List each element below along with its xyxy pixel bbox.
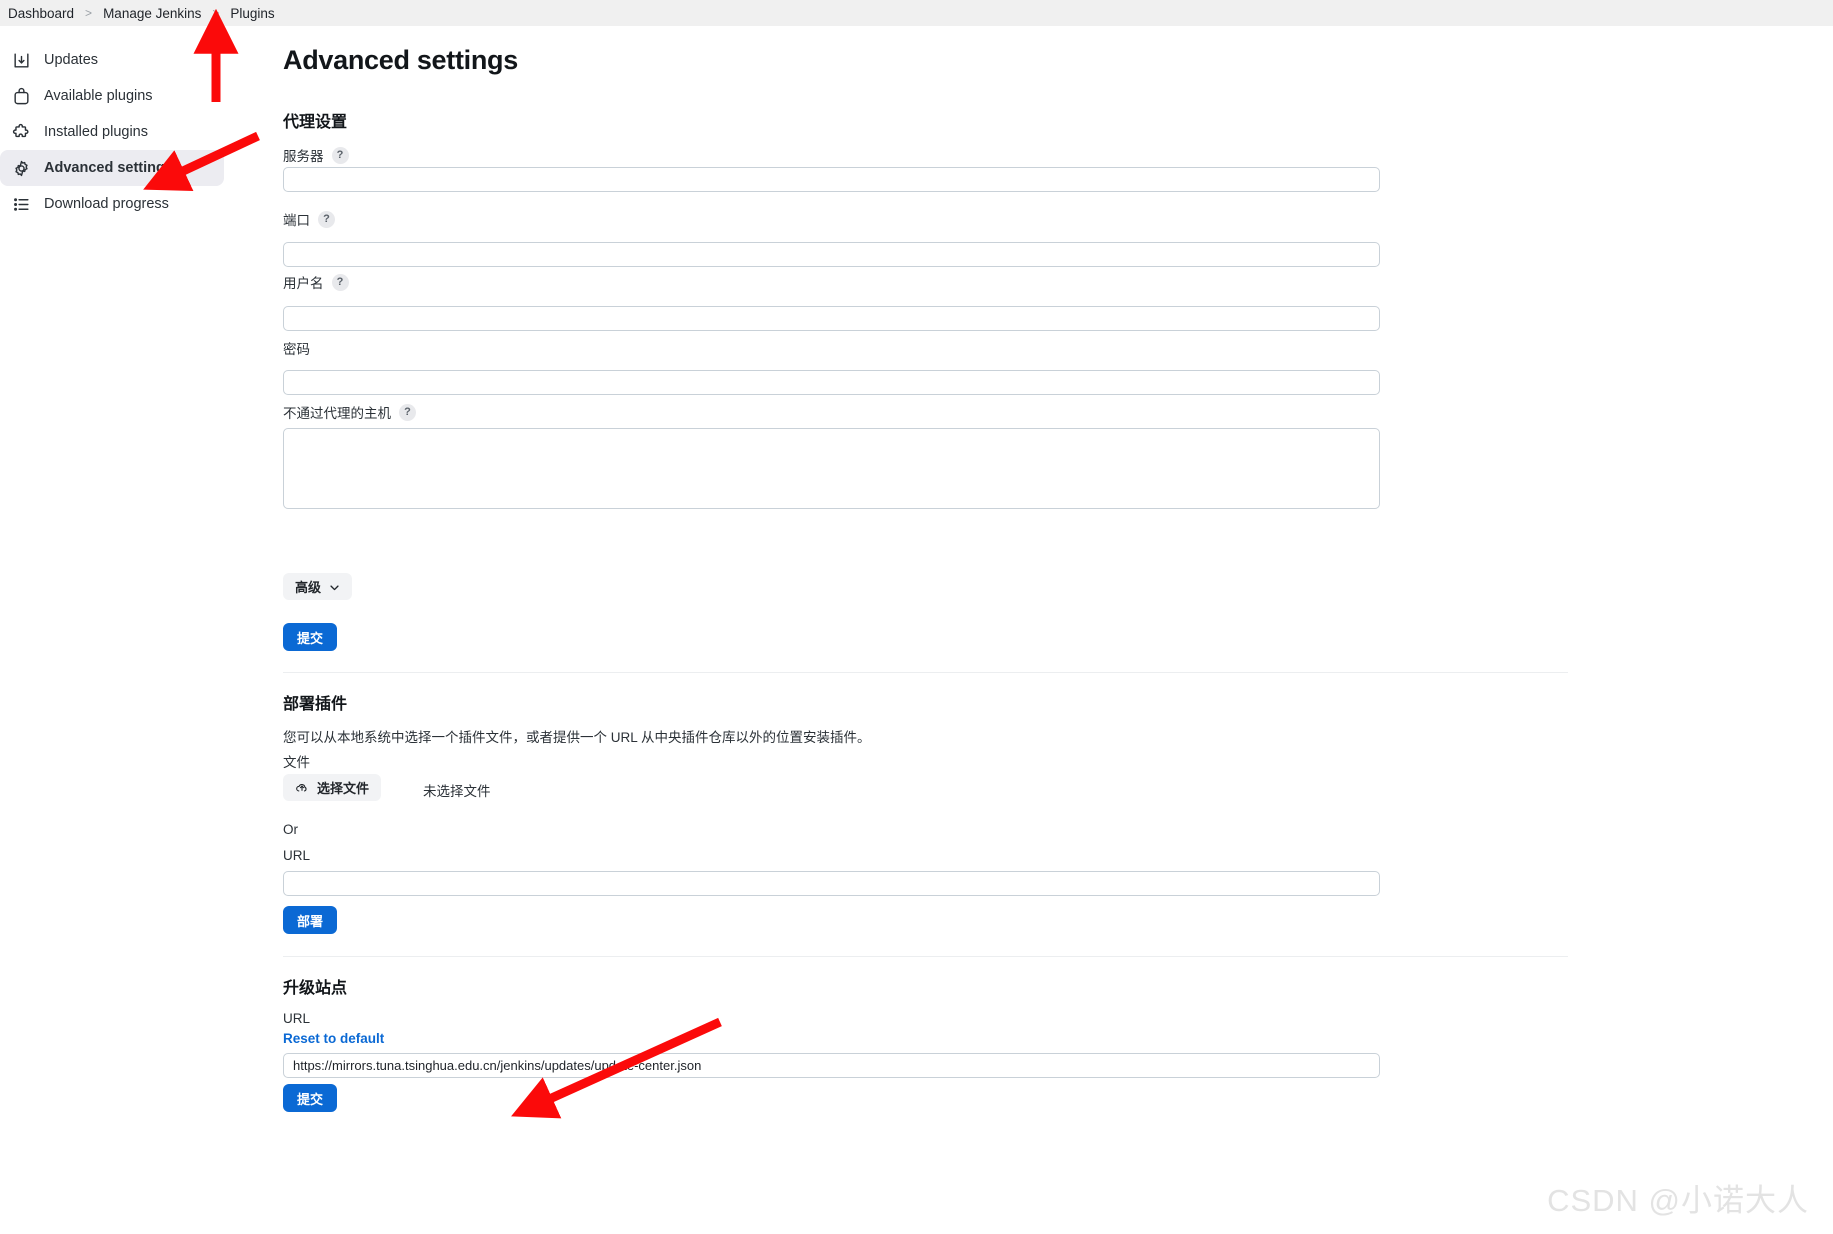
proxy-password-input[interactable] [283,370,1380,395]
chevron-down-icon [329,581,340,592]
proxy-password-label-text: 密码 [283,342,310,357]
update-site-submit-button[interactable]: 提交 [283,1084,338,1112]
section-divider [283,956,1568,957]
proxy-password-label: 密码 [283,338,310,358]
sidebar-item-updates[interactable]: Updates [0,42,224,78]
sidebar-item-installed-plugins[interactable]: Installed plugins [0,114,224,150]
no-file-selected-text: 未选择文件 [423,784,491,799]
breadcrumb: Dashboard > Manage Jenkins > Plugins [0,0,1833,26]
csdn-watermark: CSDN @小诺大人 [1547,1183,1809,1218]
sidebar-item-download-progress[interactable]: Download progress [0,186,224,222]
plugin-bag-icon [12,87,31,106]
no-proxy-host-textarea[interactable] [283,428,1380,509]
sidebar-item-available-plugins[interactable]: Available plugins [0,78,224,114]
proxy-section-heading: 代理设置 [283,114,348,131]
list-icon [12,195,31,214]
proxy-port-label: 端口 ? [283,209,335,229]
breadcrumb-item-manage-jenkins[interactable]: Manage Jenkins [101,6,203,21]
update-site-url-input[interactable] [283,1053,1380,1078]
upload-cloud-icon [295,781,309,795]
breadcrumb-separator: > [212,6,220,20]
help-icon[interactable]: ? [318,210,335,228]
choose-file-label: 选择文件 [317,781,370,796]
help-icon[interactable]: ? [331,146,349,164]
proxy-port-input[interactable] [283,242,1380,267]
sidebar-item-advanced-settings[interactable]: Advanced settings [0,150,224,186]
breadcrumb-item-dashboard[interactable]: Dashboard [6,6,76,21]
deploy-file-label: 文件 [283,755,310,770]
or-text: Or [283,822,298,837]
help-icon[interactable]: ? [331,273,349,291]
update-site-heading: 升级站点 [283,980,348,997]
page-root: Dashboard > Manage Jenkins > Plugins Upd… [0,0,1833,1234]
page-title: Advanced settings [283,45,518,75]
update-site-url-label: URL [283,1011,311,1026]
choose-file-button[interactable]: 选择文件 [283,774,382,801]
proxy-server-label: 服务器 ? [283,145,349,165]
deploy-section-heading: 部署插件 [283,696,348,713]
no-proxy-host-label: 不通过代理的主机 ? [283,402,416,422]
deploy-url-input[interactable] [283,871,1380,896]
gear-icon [12,159,31,178]
breadcrumb-separator: > [85,6,93,20]
sidebar-item-label: Available plugins [44,88,153,104]
breadcrumb-item-plugins[interactable]: Plugins [228,6,276,21]
help-icon[interactable]: ? [399,403,416,421]
advanced-toggle-button[interactable]: 高级 [283,573,353,600]
sidebar-item-label: Download progress [44,196,169,212]
deploy-url-label: URL [283,848,311,863]
proxy-port-label-text: 端口 [283,213,310,228]
sidebar-item-label: Advanced settings [44,160,173,176]
deploy-button[interactable]: 部署 [283,906,338,934]
proxy-username-label-text: 用户名 [283,276,324,291]
sidebar-item-label: Installed plugins [44,124,148,140]
no-proxy-host-label-text: 不通过代理的主机 [283,406,391,421]
proxy-username-input[interactable] [283,306,1380,331]
proxy-server-input[interactable] [283,167,1380,192]
sidebar-item-label: Updates [44,52,99,68]
proxy-username-label: 用户名 ? [283,272,349,292]
proxy-submit-button[interactable]: 提交 [283,623,338,651]
section-divider [283,672,1568,673]
advanced-toggle-label: 高级 [295,580,322,595]
download-icon [12,51,31,70]
puzzle-icon [12,123,31,142]
deploy-section-description: 您可以从本地系统中选择一个插件文件，或者提供一个 URL 从中央插件仓库以外的位… [283,730,871,745]
proxy-server-label-text: 服务器 [283,149,324,164]
reset-to-default-link[interactable]: Reset to default [283,1031,384,1046]
sidebar: Updates Available plugins Installed plug… [0,42,262,222]
